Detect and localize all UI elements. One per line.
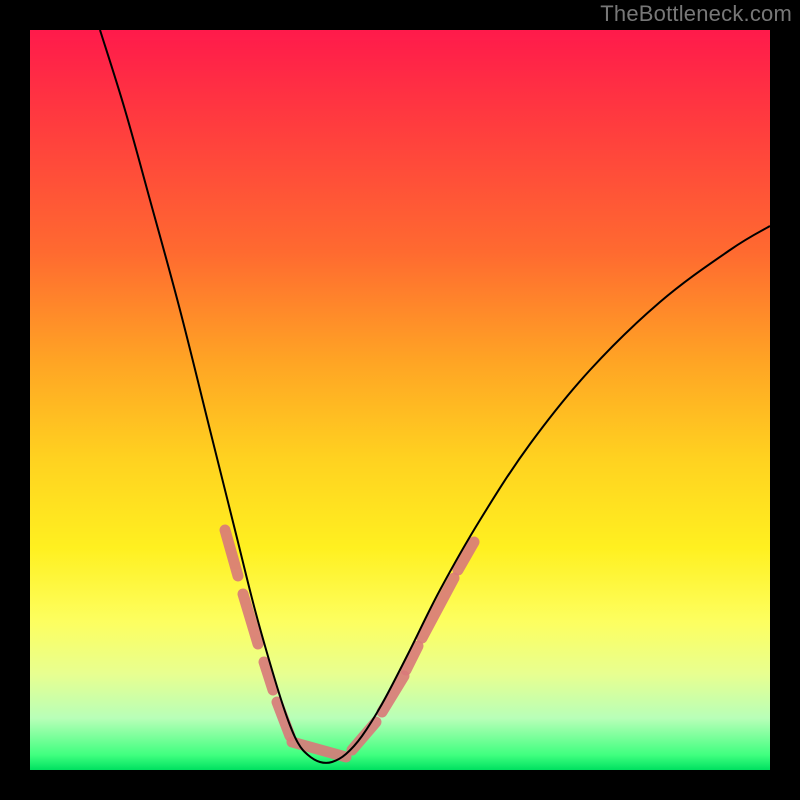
main-curve <box>100 30 770 763</box>
left-marker-band <box>225 530 290 736</box>
chart-frame: TheBottleneck.com <box>0 0 800 800</box>
chart-svg <box>30 30 770 770</box>
watermark-text: TheBottleneck.com <box>600 1 792 27</box>
trough-marker-band <box>292 742 346 757</box>
plot-area <box>30 30 770 770</box>
